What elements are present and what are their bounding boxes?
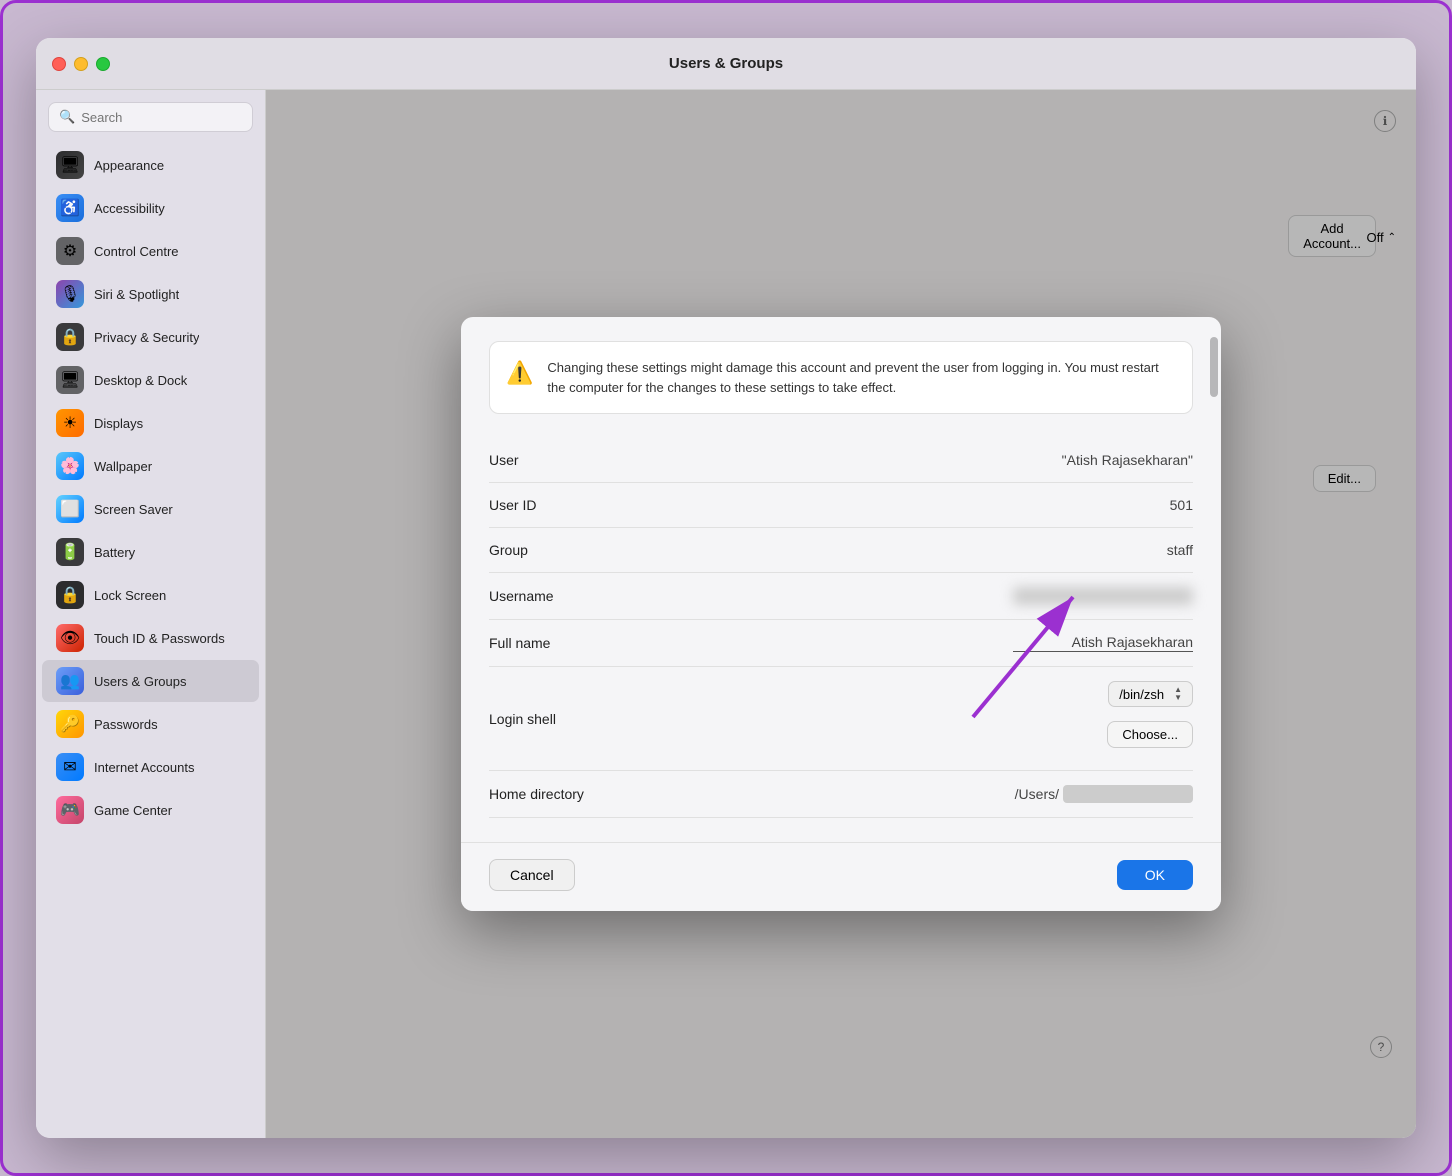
modal-scrollbar[interactable] bbox=[1210, 327, 1218, 901]
modal-backdrop: ⚠️ Changing these settings might damage … bbox=[266, 90, 1416, 1138]
sidebar-item-users[interactable]: 👥 Users & Groups bbox=[42, 660, 259, 702]
sidebar-item-control[interactable]: ⚙ Control Centre bbox=[42, 230, 259, 272]
field-label-loginshell: Login shell bbox=[489, 711, 556, 727]
search-input[interactable] bbox=[81, 110, 242, 125]
displays-icon: ☀ bbox=[56, 409, 84, 437]
modal-scrollbar-thumb bbox=[1210, 337, 1218, 397]
sidebar-label-users: Users & Groups bbox=[94, 674, 186, 689]
field-value-group: staff bbox=[1167, 542, 1193, 558]
sidebar: 🔍 🖥 Appearance ♿ Accessibility ⚙ Control… bbox=[36, 90, 266, 1138]
sidebar-item-desktop[interactable]: 🖥 Desktop & Dock bbox=[42, 359, 259, 401]
field-value-userid: 501 bbox=[1170, 497, 1193, 513]
users-icon: 👥 bbox=[56, 667, 84, 695]
traffic-lights bbox=[52, 57, 110, 71]
stepper-down-arrow[interactable]: ▼ bbox=[1174, 694, 1182, 702]
field-loginshell: Login shell /bin/zsh ▲ ▼ Choose... bbox=[489, 667, 1193, 771]
sidebar-item-touchid[interactable]: 👁 Touch ID & Passwords bbox=[42, 617, 259, 659]
modal-dialog: ⚠️ Changing these settings might damage … bbox=[461, 317, 1221, 911]
right-panel: ℹ Add Account... Off ⌃ Edit... ? bbox=[266, 90, 1416, 1138]
sidebar-label-lockscreen: Lock Screen bbox=[94, 588, 166, 603]
sidebar-label-wallpaper: Wallpaper bbox=[94, 459, 152, 474]
internet-icon: ✉ bbox=[56, 753, 84, 781]
sidebar-item-battery[interactable]: 🔋 Battery bbox=[42, 531, 259, 573]
field-value-homedirectory-blurred bbox=[1063, 785, 1193, 803]
gamecenter-icon: 🎮 bbox=[56, 796, 84, 824]
sidebar-item-gamecenter[interactable]: 🎮 Game Center bbox=[42, 789, 259, 831]
warning-icon: ⚠️ bbox=[506, 360, 533, 386]
maximize-button[interactable] bbox=[96, 57, 110, 71]
field-value-homedirectory-prefix: /Users/ bbox=[1015, 786, 1059, 802]
title-bar: Users & Groups bbox=[36, 38, 1416, 90]
main-window: Users & Groups 🔍 🖥 Appearance ♿ Accessib… bbox=[36, 38, 1416, 1138]
desktop-icon: 🖥 bbox=[56, 366, 84, 394]
field-label-homedirectory: Home directory bbox=[489, 786, 584, 802]
sidebar-label-accessibility: Accessibility bbox=[94, 201, 165, 216]
touchid-icon: 👁 bbox=[56, 624, 84, 652]
sidebar-item-appearance[interactable]: 🖥 Appearance bbox=[42, 144, 259, 186]
sidebar-label-appearance: Appearance bbox=[94, 158, 164, 173]
sidebar-label-screensaver: Screen Saver bbox=[94, 502, 173, 517]
close-button[interactable] bbox=[52, 57, 66, 71]
sidebar-label-siri: Siri & Spotlight bbox=[94, 287, 179, 302]
field-fullname: Full name Atish Rajasekharan bbox=[489, 620, 1193, 667]
sidebar-label-control: Control Centre bbox=[94, 244, 179, 259]
shell-value: /bin/zsh bbox=[1119, 687, 1164, 702]
choose-button[interactable]: Choose... bbox=[1107, 721, 1193, 748]
field-group: Group staff bbox=[489, 528, 1193, 573]
field-username: Username bbox=[489, 573, 1193, 620]
sidebar-item-siri[interactable]: 🎙 Siri & Spotlight bbox=[42, 273, 259, 315]
field-label-userid: User ID bbox=[489, 497, 536, 513]
battery-icon: 🔋 bbox=[56, 538, 84, 566]
sidebar-label-battery: Battery bbox=[94, 545, 135, 560]
field-user: User "Atish Rajasekharan" bbox=[489, 438, 1193, 483]
field-value-user: "Atish Rajasekharan" bbox=[1062, 452, 1193, 468]
shell-stepper[interactable]: /bin/zsh ▲ ▼ bbox=[1108, 681, 1193, 707]
minimize-button[interactable] bbox=[74, 57, 88, 71]
sidebar-label-displays: Displays bbox=[94, 416, 143, 431]
search-icon: 🔍 bbox=[59, 109, 75, 125]
sidebar-item-passwords[interactable]: 🔑 Passwords bbox=[42, 703, 259, 745]
sidebar-item-privacy[interactable]: 🔒 Privacy & Security bbox=[42, 316, 259, 358]
field-value-fullname[interactable]: Atish Rajasekharan bbox=[1013, 634, 1193, 652]
sidebar-label-internet: Internet Accounts bbox=[94, 760, 194, 775]
window-title: Users & Groups bbox=[669, 55, 783, 72]
sidebar-item-displays[interactable]: ☀ Displays bbox=[42, 402, 259, 444]
siri-icon: 🎙 bbox=[56, 280, 84, 308]
sidebar-label-touchid: Touch ID & Passwords bbox=[94, 631, 225, 646]
field-label-username: Username bbox=[489, 588, 554, 604]
passwords-icon: 🔑 bbox=[56, 710, 84, 738]
modal-content: ⚠️ Changing these settings might damage … bbox=[461, 317, 1221, 842]
sidebar-item-wallpaper[interactable]: 🌸 Wallpaper bbox=[42, 445, 259, 487]
content-area: 🔍 🖥 Appearance ♿ Accessibility ⚙ Control… bbox=[36, 90, 1416, 1138]
sidebar-item-screensaver[interactable]: ⬜ Screen Saver bbox=[42, 488, 259, 530]
lockscreen-icon: 🔒 bbox=[56, 581, 84, 609]
ok-button[interactable]: OK bbox=[1117, 860, 1193, 890]
field-userid: User ID 501 bbox=[489, 483, 1193, 528]
sidebar-item-accessibility[interactable]: ♿ Accessibility bbox=[42, 187, 259, 229]
field-label-user: User bbox=[489, 452, 519, 468]
stepper-arrows[interactable]: ▲ ▼ bbox=[1174, 686, 1182, 702]
field-label-group: Group bbox=[489, 542, 528, 558]
field-homedirectory: Home directory /Users/ bbox=[489, 771, 1193, 818]
control-icon: ⚙ bbox=[56, 237, 84, 265]
screensaver-icon: ⬜ bbox=[56, 495, 84, 523]
sidebar-label-privacy: Privacy & Security bbox=[94, 330, 199, 345]
modal-footer: Cancel OK bbox=[461, 842, 1221, 911]
sidebar-label-desktop: Desktop & Dock bbox=[94, 373, 187, 388]
appearance-icon: 🖥 bbox=[56, 151, 84, 179]
wallpaper-icon: 🌸 bbox=[56, 452, 84, 480]
warning-box: ⚠️ Changing these settings might damage … bbox=[489, 341, 1193, 414]
field-value-username bbox=[1013, 587, 1193, 605]
accessibility-icon: ♿ bbox=[56, 194, 84, 222]
search-bar[interactable]: 🔍 bbox=[48, 102, 253, 132]
sidebar-label-gamecenter: Game Center bbox=[94, 803, 172, 818]
sidebar-item-lockscreen[interactable]: 🔒 Lock Screen bbox=[42, 574, 259, 616]
sidebar-label-passwords: Passwords bbox=[94, 717, 158, 732]
sidebar-item-internet[interactable]: ✉ Internet Accounts bbox=[42, 746, 259, 788]
privacy-icon: 🔒 bbox=[56, 323, 84, 351]
field-label-fullname: Full name bbox=[489, 635, 550, 651]
warning-text: Changing these settings might damage thi… bbox=[547, 358, 1176, 397]
cancel-button[interactable]: Cancel bbox=[489, 859, 575, 891]
